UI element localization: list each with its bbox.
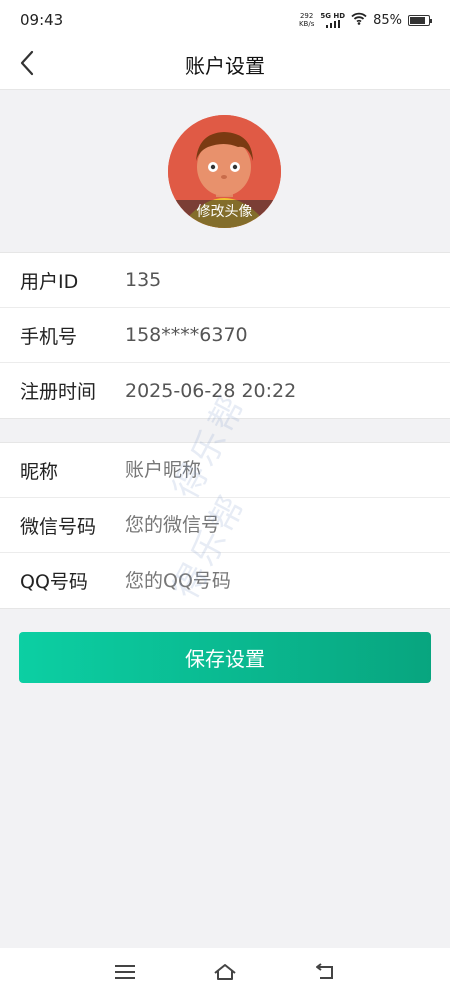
info-row-label: 注册时间 — [20, 381, 97, 403]
page-title: 账户设置 — [185, 54, 265, 78]
wifi-icon — [351, 12, 367, 28]
account-info-group: 用户ID 135 手机号 158****6370 注册时间 2025-06-28… — [0, 252, 450, 419]
info-row-value: 135 — [125, 269, 162, 291]
form-row-label: 昵称 — [20, 460, 59, 483]
form-row-qq: QQ号码 — [0, 553, 450, 608]
back-icon — [314, 963, 336, 985]
info-row-phone: 手机号 158****6370 — [0, 308, 450, 363]
nav-bar: 账户设置 — [0, 40, 450, 90]
avatar-section: 修改头像 — [0, 90, 450, 252]
status-time: 09:43 — [20, 11, 64, 29]
signal-icon: 5G HD — [320, 12, 345, 28]
system-nav-bar — [0, 948, 450, 1000]
info-row-register-time: 注册时间 2025-06-28 20:22 — [0, 363, 450, 418]
form-row-label: QQ号码 — [20, 571, 88, 593]
save-settings-button[interactable]: 保存设置 — [19, 632, 431, 683]
status-bar: 09:43 292 KB/s 5G HD 85% — [0, 0, 450, 40]
back-nav-button[interactable] — [310, 959, 340, 989]
net-speed: 292 KB/s — [299, 12, 314, 28]
menu-icon — [115, 964, 135, 984]
signal-label: 5G HD — [320, 12, 346, 20]
info-row-value: 2025-06-28 20:22 — [125, 379, 297, 402]
menu-button[interactable] — [110, 959, 140, 989]
home-icon — [213, 963, 237, 985]
battery-level — [410, 16, 426, 24]
avatar[interactable]: 修改头像 — [168, 115, 281, 228]
info-row-label: 用户ID — [20, 270, 79, 293]
change-avatar-label: 修改头像 — [168, 200, 281, 228]
status-indicators: 292 KB/s 5G HD 85% — [299, 12, 432, 28]
form-row-nickname: 昵称 — [0, 443, 450, 498]
info-row-label: 手机号 — [20, 325, 78, 348]
form-row-label: 微信号码 — [20, 515, 97, 538]
qq-input[interactable] — [125, 569, 405, 592]
net-speed-value: 292 — [299, 12, 314, 20]
battery-percent: 85% — [373, 12, 402, 28]
info-row-user-id: 用户ID 135 — [0, 253, 450, 308]
back-button[interactable] — [10, 48, 44, 82]
wechat-input[interactable] — [125, 514, 405, 536]
info-row-value: 158****6370 — [125, 324, 248, 346]
nickname-input[interactable] — [125, 459, 405, 481]
profile-form-group: 昵称 微信号码 QQ号码 — [0, 442, 450, 609]
battery-icon — [408, 14, 432, 26]
home-button[interactable] — [210, 959, 240, 989]
form-row-wechat: 微信号码 — [0, 498, 450, 553]
chevron-left-icon — [19, 50, 35, 80]
net-speed-unit: KB/s — [298, 20, 315, 28]
